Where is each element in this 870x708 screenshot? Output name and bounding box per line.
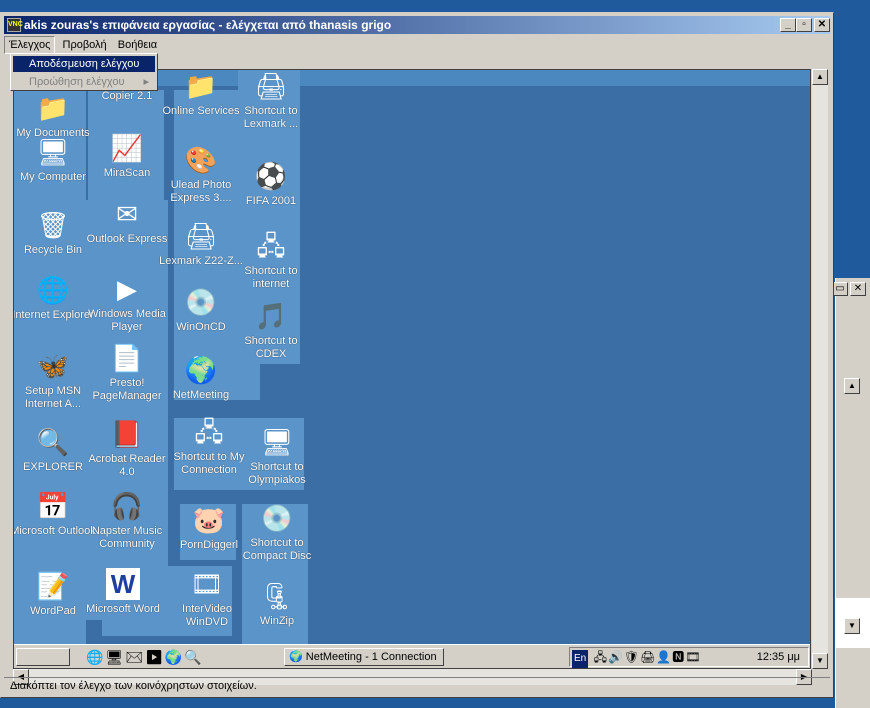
desktop-icon-label: NetMeeting <box>172 389 230 401</box>
quick-launch-bar: 🌐🖥✉▶🌍🔍 <box>86 648 204 666</box>
desktop-icon-label: Shortcut to Olympiakos <box>248 461 306 486</box>
desktop-icon-fifa-2001[interactable]: ⚽ FIFA 2001 <box>228 160 314 208</box>
remote-desktop-window: VNC akis zouras's επιφάνεια εργασίας - ε… <box>0 12 834 698</box>
digger-icon: 🐷 <box>192 505 226 535</box>
desktop-icon-microsoft-word[interactable]: W Microsoft Word <box>80 568 166 616</box>
cd-icon: 💿 <box>184 287 218 317</box>
desktop-icon-label: Acrobat Reader 4.0 <box>88 453 166 478</box>
close-button[interactable]: ✕ <box>814 18 830 32</box>
desktop-icon-label: Shortcut to CDEX <box>244 335 298 360</box>
scanner-icon: 📈 <box>110 133 144 163</box>
system-tray: En 🖧🔊🛡🖨👤🅽🎞 12:35 μμ <box>569 647 809 668</box>
desktop-icon-winzip[interactable]: 🗜 WinZip <box>234 580 320 628</box>
maximize-button[interactable]: ▫ <box>796 18 812 32</box>
monitor-icon: 🖥 <box>260 427 294 457</box>
desktop-icon-label: Shortcut to Compact Disc <box>242 537 312 562</box>
start-button[interactable] <box>16 648 70 666</box>
window-title: akis zouras's επιφάνεια εργασίας - ελέγχ… <box>24 18 392 32</box>
computer-icon: 🖥 <box>36 137 70 167</box>
vnc-viewer-icon: VNC <box>7 18 23 32</box>
taskbar-button-label: NetMeeting - 1 Connection <box>305 651 437 663</box>
background-scroll-down-button[interactable]: ▼ <box>844 618 860 634</box>
fifa-icon: ⚽ <box>254 161 288 191</box>
desktop-icon-label: Shortcut to Lexmark ... <box>243 105 299 130</box>
desktop-icon-acrobat-reader[interactable]: 📕 Acrobat Reader 4.0 <box>84 418 170 479</box>
taskbar-button-netmeeting[interactable]: 🌍 NetMeeting - 1 Connection <box>284 648 444 666</box>
wordpad-icon: 📝 <box>36 571 70 601</box>
desktop-icon-shortcut-internet[interactable]: 🖧 Shortcut to internet <box>228 230 314 291</box>
desktop-icon-shortcut-lexmark[interactable]: 🖨 Shortcut to Lexmark ... <box>228 70 314 131</box>
scroll-up-button[interactable]: ▲ <box>812 69 828 85</box>
explorer-icon: 🔍 <box>36 427 70 457</box>
desktop-icon-shortcut-olympiakos[interactable]: 🖥 Shortcut to Olympiakos <box>234 426 320 487</box>
vertical-scrollbar[interactable]: ▲ ▼ <box>812 69 828 669</box>
background-window: ▭ ✕ ▲ ▼ <box>832 278 870 708</box>
napster-icon: 🎧 <box>110 491 144 521</box>
desktop-icon-label: WinZip <box>259 615 295 627</box>
compact-disc-icon: 💿 <box>260 503 294 533</box>
folder-icon: 📁 <box>184 71 218 101</box>
language-indicator[interactable]: En <box>572 650 589 668</box>
remote-desktop-view[interactable]: 📁 My Documents 🖥 My Computer 🗑 Recycle Bin … <box>13 69 811 669</box>
media-player-icon[interactable]: ▶ <box>145 649 165 665</box>
mail-icon: ✉ <box>116 199 138 229</box>
folder-documents-icon: 📁 <box>36 93 70 123</box>
explorer-icon[interactable]: 🔍 <box>184 649 203 665</box>
scroll-down-button[interactable]: ▼ <box>812 653 828 669</box>
desktop-icon-label: Shortcut to internet <box>244 265 298 290</box>
media-player-icon: ▶ <box>117 274 137 304</box>
printer-icon: 🖨 <box>254 71 288 101</box>
pagemanager-icon: 📄 <box>110 343 144 373</box>
icon-highlight <box>86 200 168 620</box>
background-restore-button[interactable]: ▭ <box>832 282 848 296</box>
menu-item-forward-control: Προώθηση ελέγχου <box>13 74 155 90</box>
background-close-button[interactable]: ✕ <box>850 282 866 296</box>
cdex-icon: 🎵 <box>254 301 288 331</box>
desktop-icon-napster[interactable]: 🎧 Napster Music Community <box>84 490 170 551</box>
menu-view[interactable]: Προβολή <box>59 37 111 53</box>
outlook-icon[interactable]: ✉ <box>125 649 145 665</box>
recycle-bin-icon: 🗑 <box>36 210 70 240</box>
ie-icon[interactable]: 🌐 <box>86 649 105 665</box>
msn-icon: 🦋 <box>36 351 70 381</box>
desktop-icon-label: Napster Music Community <box>91 525 163 550</box>
desktop-icon-netmeeting[interactable]: 🌍 NetMeeting <box>158 354 244 402</box>
printer-icon: 🖨 <box>184 221 218 251</box>
minimize-button[interactable]: _ <box>780 18 796 32</box>
clock: 12:35 μμ <box>756 651 800 663</box>
outlook-icon: 📅 <box>36 491 70 521</box>
control-menu-dropdown: Αποδέσμευση ελέγχου Προώθηση ελέγχου <box>10 53 158 91</box>
desktop-icon[interactable]: 🖥 <box>105 649 125 665</box>
netmeeting-icon: 🌍 <box>184 355 218 385</box>
desktop-icon-label: Microsoft Word <box>86 603 160 615</box>
network-icon: 🖧 <box>256 231 286 261</box>
ie-icon: 🌐 <box>36 275 70 305</box>
netmeeting-icon[interactable]: 🌍 <box>165 649 184 665</box>
acrobat-icon: 📕 <box>110 419 144 449</box>
menu-item-release-control[interactable]: Αποδέσμευση ελέγχου <box>13 56 155 72</box>
menu-control[interactable]: Έλεγχος <box>4 36 56 54</box>
word-icon: W <box>106 568 140 600</box>
remote-taskbar: 🌐🖥✉▶🌍🔍 🌍 NetMeeting - 1 Connection En 🖧🔊… <box>14 644 810 668</box>
status-bar: Διακόπτει τον έλεγχο των κοινόχρηστων στ… <box>4 677 830 695</box>
desktop-icon-shortcut-cdex[interactable]: 🎵 Shortcut to CDEX <box>228 300 314 361</box>
dvd-icon: 🎞 <box>190 569 224 599</box>
background-scroll-up-button[interactable]: ▲ <box>844 378 860 394</box>
photo-icon: 🎨 <box>184 145 218 175</box>
winzip-icon: 🗜 <box>260 581 294 611</box>
desktop-icon-label: FIFA 2001 <box>245 195 297 207</box>
menu-bar: Έλεγχος Προβολή Βοήθεια <box>4 36 830 54</box>
tray-icons: 🖧🔊🛡🖨👤🅽🎞 <box>593 650 702 664</box>
title-bar[interactable]: VNC akis zouras's επιφάνεια εργασίας - ε… <box>4 16 830 34</box>
connection-icon: 🖧 <box>194 417 224 447</box>
netmeeting-icon: 🌍 <box>289 651 303 663</box>
desktop-icon-shortcut-compact-disc[interactable]: 💿 Shortcut to Compact Disc <box>234 502 320 563</box>
status-text: Διακόπτει τον έλεγχο των κοινόχρηστων στ… <box>10 680 257 692</box>
menu-help[interactable]: Βοήθεια <box>114 37 161 53</box>
